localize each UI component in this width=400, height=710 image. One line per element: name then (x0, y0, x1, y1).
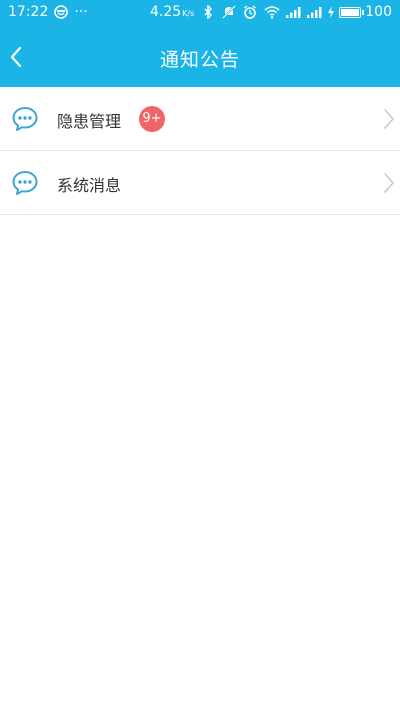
chevron-right-icon (382, 171, 396, 195)
app-header: 17:22 ··· 4.25K/s 100 通知公告 (0, 0, 400, 87)
network-speed: 4.25K/s (150, 4, 194, 20)
battery-indicator: 100 (327, 4, 392, 20)
list-item-label: 系统消息 (57, 176, 122, 195)
notice-list: 隐患管理 9+ 系统消息 (0, 87, 400, 215)
mute-icon (222, 5, 237, 19)
status-bar-right: 4.25K/s 100 (150, 4, 392, 20)
battery-percent: 100 (365, 4, 392, 20)
signal-icon (285, 5, 301, 19)
wifi-icon (264, 5, 280, 19)
chevron-right-icon (382, 107, 396, 131)
list-item-system-messages[interactable]: 系统消息 (0, 151, 400, 215)
battery-icon (339, 6, 365, 18)
status-time: 17:22 (8, 4, 49, 20)
status-bar-left: 17:22 ··· (8, 4, 88, 20)
signal-icon (306, 5, 322, 19)
alarm-icon (243, 5, 257, 19)
charging-icon (327, 5, 335, 19)
bluetooth-icon (201, 5, 215, 19)
status-dots: ··· (74, 4, 88, 20)
network-speed-value: 4.25 (149, 4, 182, 20)
network-speed-unit: K/s (182, 9, 195, 18)
status-bar: 17:22 ··· 4.25K/s 100 (0, 0, 400, 26)
nav-bar: 通知公告 (0, 26, 400, 87)
list-item-label: 隐患管理 (57, 112, 122, 131)
unread-count-badge: 9+ (139, 106, 165, 132)
page-title: 通知公告 (159, 49, 240, 71)
face-icon (54, 5, 69, 19)
chat-bubble-icon (12, 170, 38, 196)
list-item-hazard-management[interactable]: 隐患管理 9+ (0, 87, 400, 151)
chat-bubble-icon (12, 106, 38, 132)
